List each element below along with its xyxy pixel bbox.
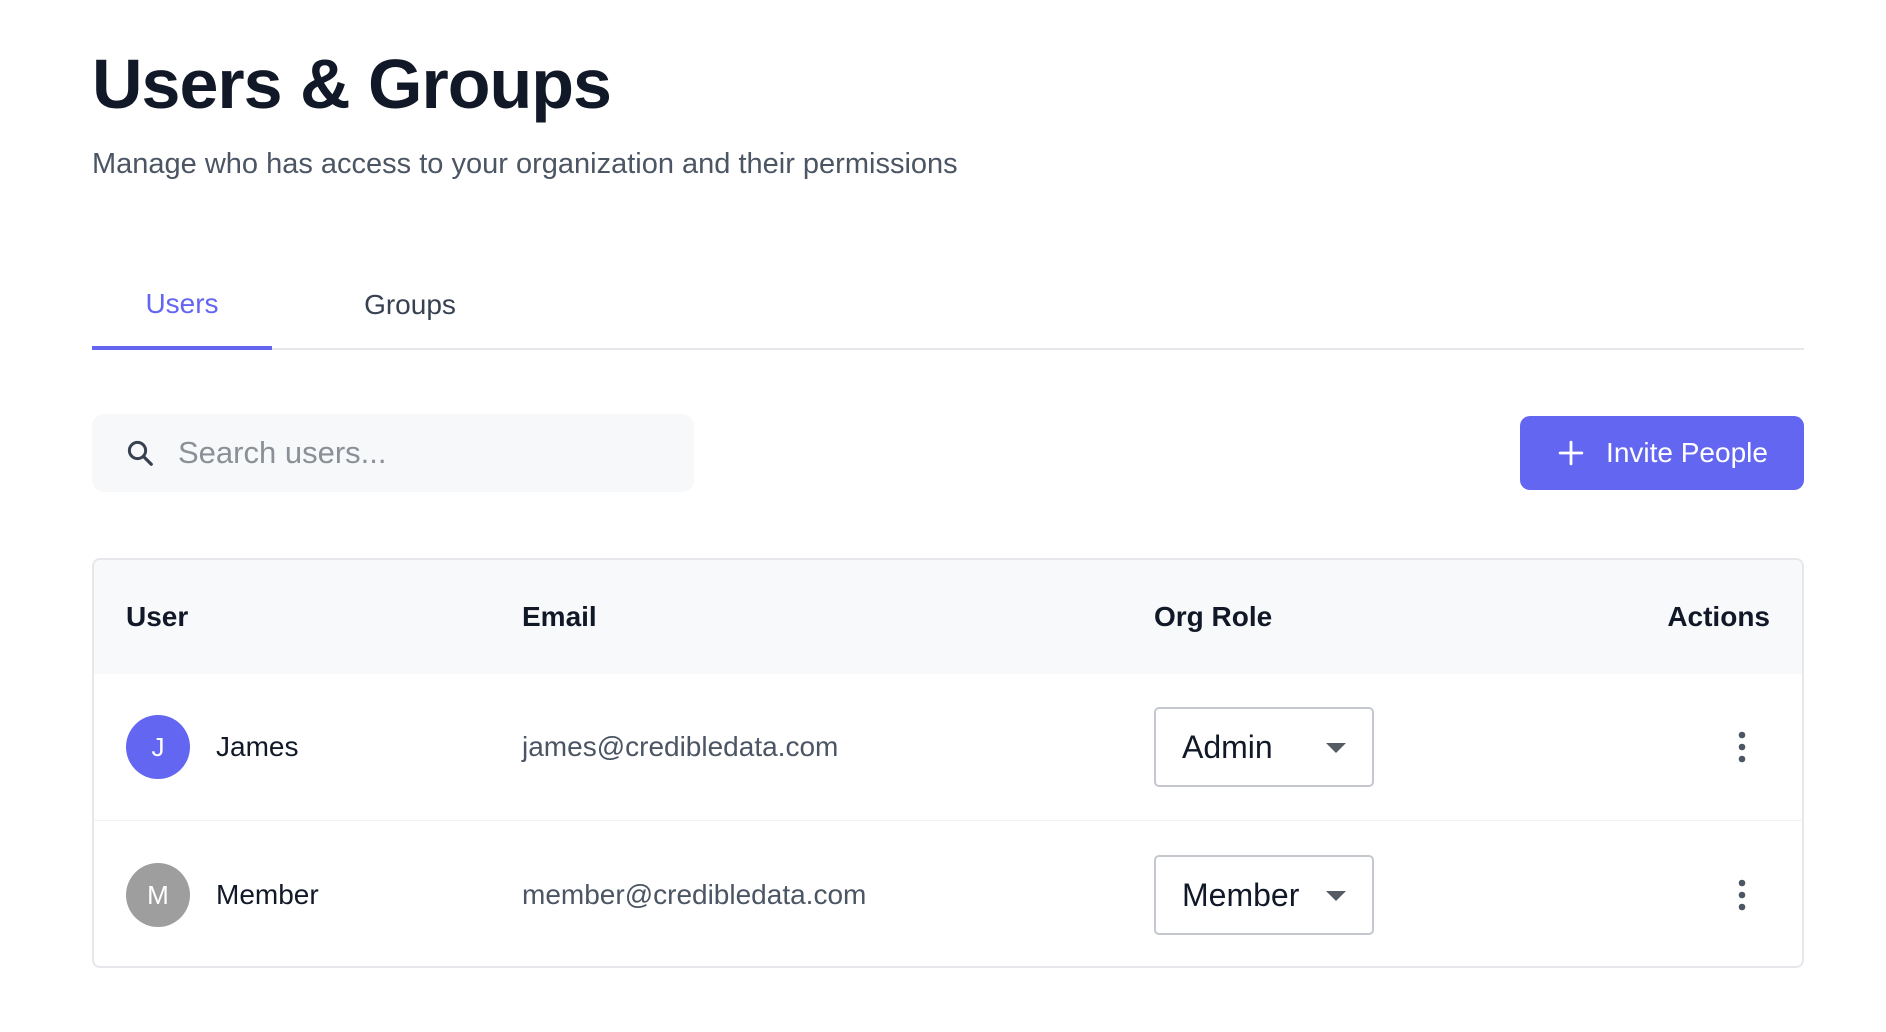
org-role-value: Admin [1182, 728, 1273, 765]
invite-people-label: Invite People [1606, 437, 1768, 468]
users-table: User Email Org Role Actions J James jame… [92, 558, 1804, 968]
table-header: User Email Org Role Actions [94, 560, 1802, 674]
caret-down-icon [1326, 743, 1346, 753]
org-role-select[interactable]: Member [1154, 855, 1374, 935]
plus-icon [1556, 438, 1586, 468]
page-title: Users & Groups [92, 45, 612, 123]
table-row: M Member member@credibledata.com Member [94, 822, 1802, 966]
search-icon [122, 435, 158, 471]
user-email: member@credibledata.com [522, 879, 867, 910]
avatar: M [126, 863, 190, 927]
org-role-select[interactable]: Admin [1154, 707, 1374, 787]
table-row: J James james@credibledata.com Admin [94, 674, 1802, 821]
more-vertical-icon [1738, 879, 1746, 911]
org-role-value: Member [1182, 876, 1300, 913]
tab-users[interactable]: Users [92, 262, 272, 350]
page-subtitle: Manage who has access to your organizati… [92, 148, 958, 180]
more-actions-button[interactable] [1714, 867, 1770, 923]
search-input[interactable] [178, 435, 658, 471]
user-name: Member [216, 879, 319, 910]
tab-groups[interactable]: Groups [316, 262, 504, 348]
caret-down-icon [1326, 891, 1346, 901]
more-vertical-icon [1738, 731, 1746, 763]
user-email: james@credibledata.com [522, 731, 839, 762]
column-header-user: User [126, 601, 189, 632]
tab-bar: Users Groups [92, 262, 1804, 350]
user-name: James [216, 731, 299, 762]
more-actions-button[interactable] [1714, 719, 1770, 775]
invite-people-button[interactable]: Invite People [1520, 416, 1804, 490]
column-header-actions: Actions [1667, 601, 1770, 632]
column-header-email: Email [522, 601, 597, 632]
search-box[interactable] [92, 414, 694, 492]
column-header-org-role: Org Role [1154, 601, 1273, 632]
avatar: J [126, 715, 190, 779]
